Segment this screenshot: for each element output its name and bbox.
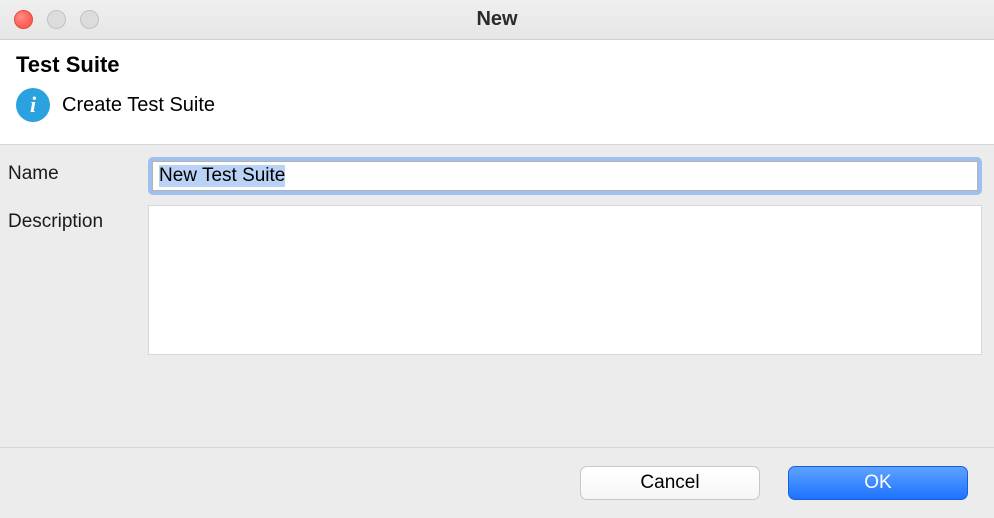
description-input[interactable] xyxy=(148,205,982,355)
minimize-window-icon[interactable] xyxy=(47,10,66,29)
description-row: Description xyxy=(8,205,986,360)
cancel-button[interactable]: Cancel xyxy=(580,466,760,500)
name-row: Name xyxy=(8,157,986,195)
form-area: Name Description xyxy=(0,145,994,448)
dialog-heading: Test Suite xyxy=(16,52,978,78)
zoom-window-icon[interactable] xyxy=(80,10,99,29)
titlebar: New xyxy=(0,0,994,40)
name-label: Name xyxy=(8,157,148,185)
info-icon: i xyxy=(16,88,50,122)
close-window-icon[interactable] xyxy=(14,10,33,29)
name-input[interactable] xyxy=(152,161,978,191)
ok-button[interactable]: OK xyxy=(788,466,968,500)
info-icon-glyph: i xyxy=(30,92,36,118)
dialog-subtitle: Create Test Suite xyxy=(62,94,215,117)
dialog-footer: Cancel OK xyxy=(0,448,994,518)
dialog-header: Test Suite i Create Test Suite xyxy=(0,40,994,145)
window-controls xyxy=(0,10,99,29)
window-title: New xyxy=(0,8,994,31)
dialog-subtitle-row: i Create Test Suite xyxy=(16,88,978,122)
name-field-focus-ring xyxy=(148,157,982,195)
description-label: Description xyxy=(8,205,148,233)
